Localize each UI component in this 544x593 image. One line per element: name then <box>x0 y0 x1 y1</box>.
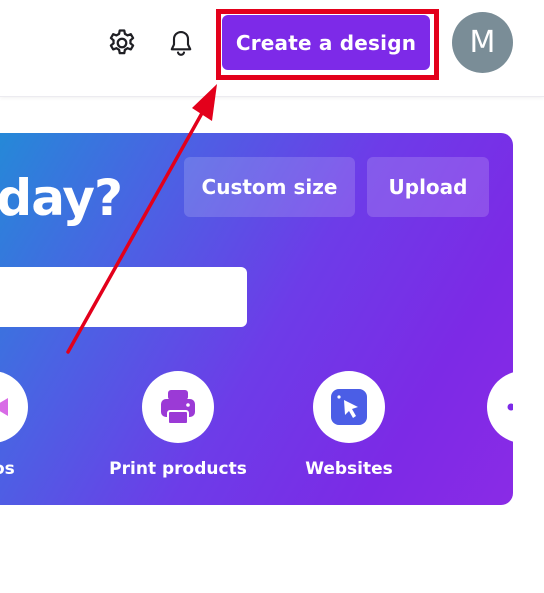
upload-button[interactable]: Upload <box>367 157 489 217</box>
search-input[interactable] <box>0 267 247 327</box>
category-label: deos <box>0 459 15 479</box>
bell-icon <box>170 30 192 56</box>
category-websites[interactable]: Websites <box>269 371 429 491</box>
video-camera-icon <box>0 398 8 416</box>
category-icon-circle <box>487 371 513 443</box>
printer-icon <box>161 390 195 425</box>
category-videos[interactable]: deos <box>0 371 72 491</box>
more-icon <box>507 403 513 411</box>
category-label: Print products <box>109 459 247 479</box>
notifications-button[interactable] <box>161 23 201 63</box>
hero-title: oday? <box>0 169 123 227</box>
cursor-click-icon <box>331 389 367 425</box>
category-label: Websites <box>305 459 393 479</box>
top-header: Create a design M <box>0 0 544 97</box>
category-icon-circle <box>142 371 214 443</box>
gear-icon <box>109 29 135 55</box>
hero-banner: oday? Custom size Upload deos <box>0 133 513 505</box>
custom-size-button[interactable]: Custom size <box>184 157 355 217</box>
category-more[interactable]: M <box>443 371 513 491</box>
create-design-button[interactable]: Create a design <box>222 15 430 70</box>
category-icon-circle <box>313 371 385 443</box>
category-icon-circle <box>0 371 28 443</box>
settings-button[interactable] <box>102 23 142 63</box>
canva-home-page: Create a design M oday? Custom size Uplo… <box>0 0 544 593</box>
category-label: M <box>443 459 513 479</box>
avatar[interactable]: M <box>452 12 513 73</box>
category-print-products[interactable]: Print products <box>98 371 258 491</box>
